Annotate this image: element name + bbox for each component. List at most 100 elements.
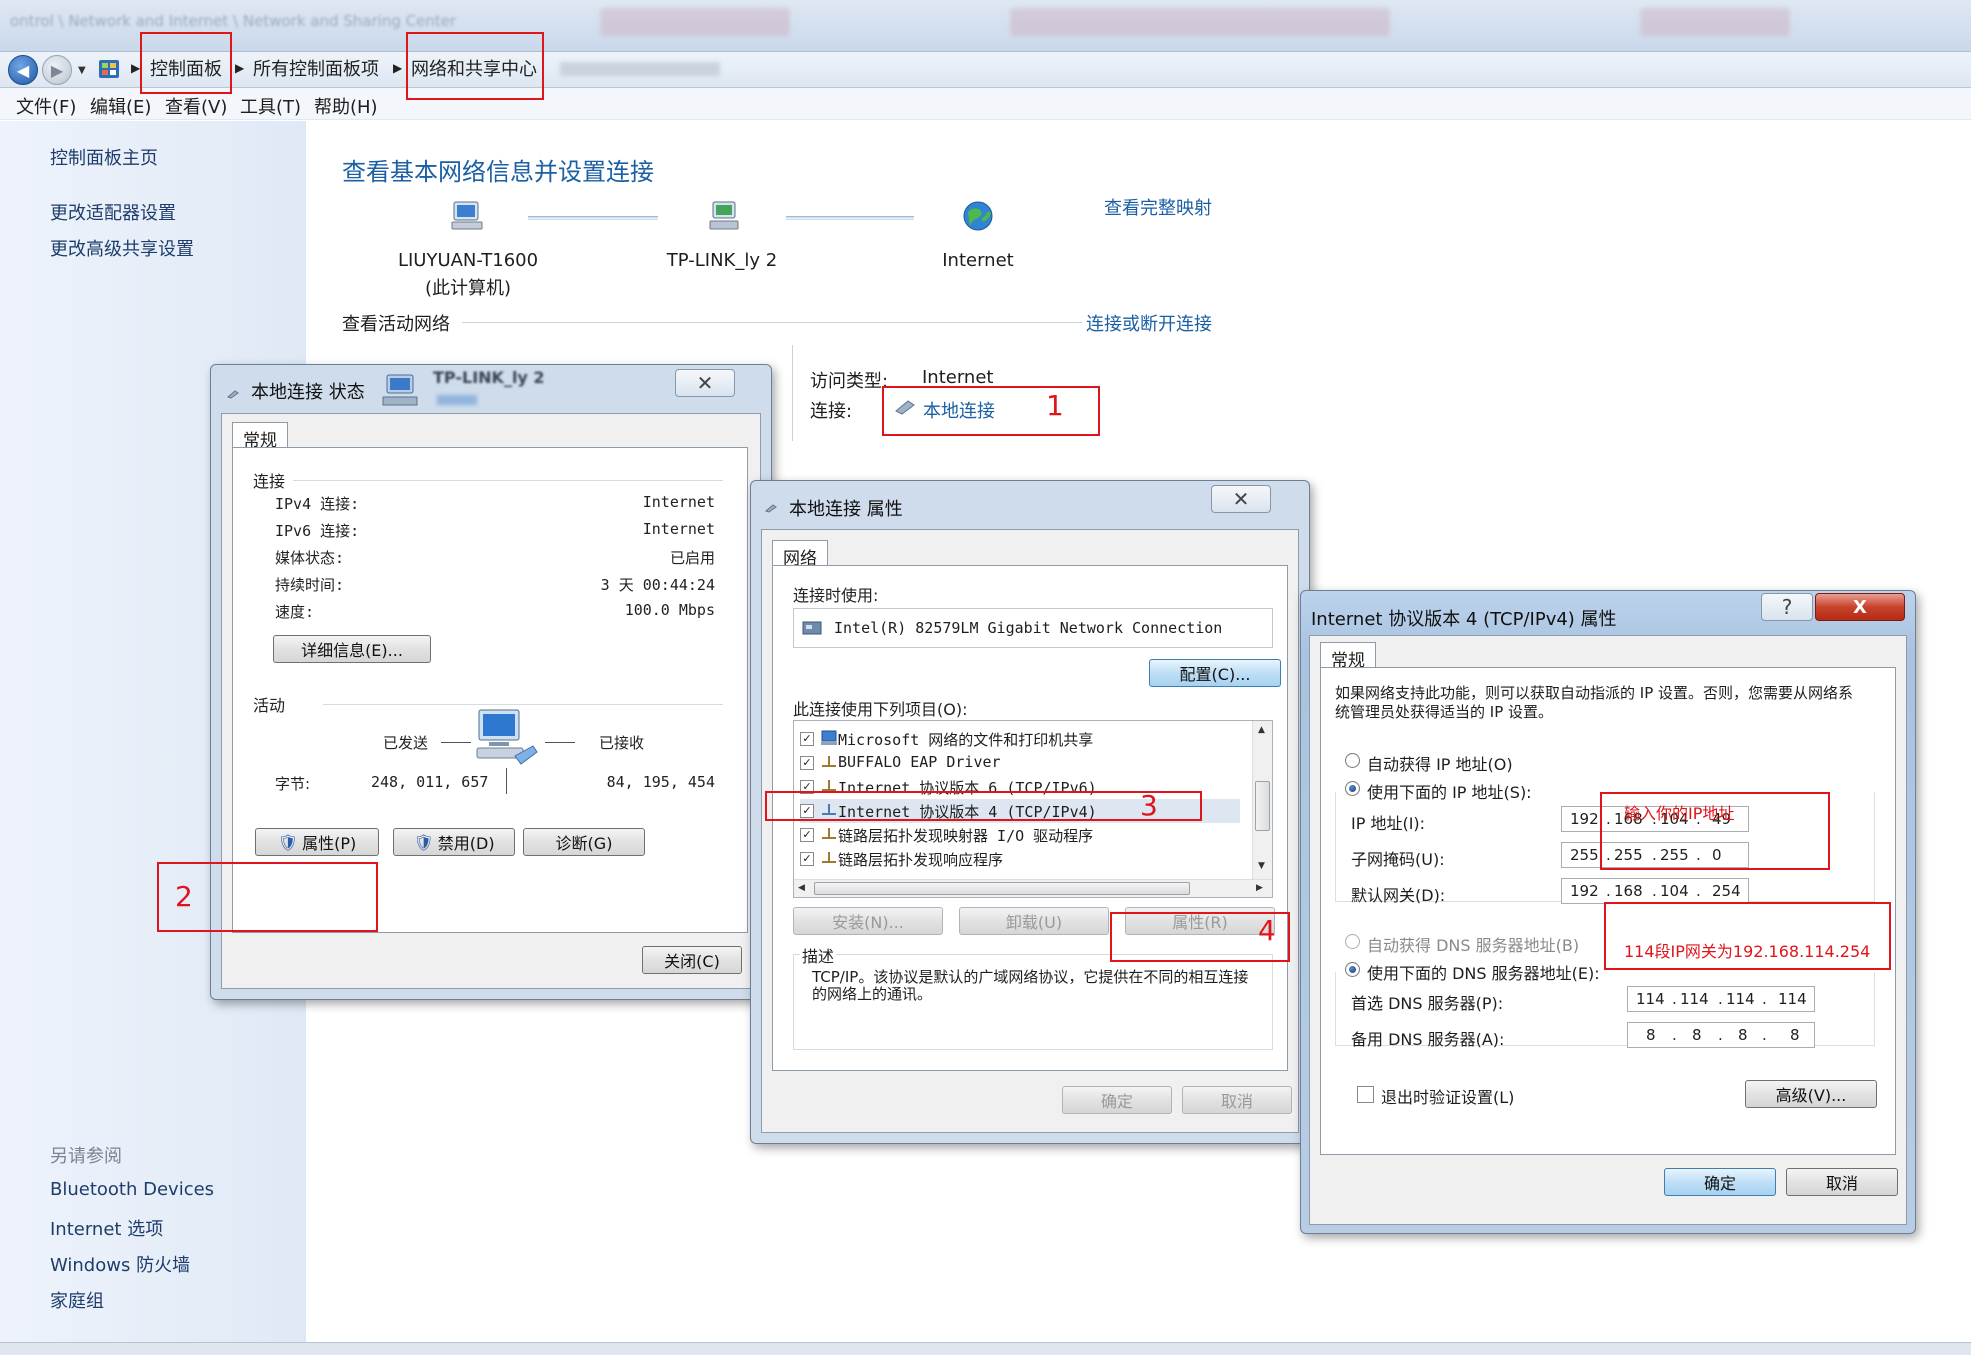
checkbox[interactable]: ✓ [800, 852, 814, 866]
speed-label: 速度: [275, 603, 315, 621]
duration-label: 持续时间: [275, 576, 345, 594]
bytes-sent-value: 248, 011, 657 [371, 773, 489, 791]
menu-file[interactable]: 文件(F) [16, 93, 76, 119]
network-adapter-icon [227, 390, 239, 399]
vertical-scrollbar[interactable]: ▲ ▼ [1252, 721, 1272, 879]
auto-dns-radio[interactable] [1345, 934, 1360, 949]
connection-line [528, 216, 658, 220]
duration-value: 3 天 00:44:24 [600, 576, 715, 594]
dot: . [1762, 1026, 1767, 1044]
details-button[interactable]: 详细信息(E)... [273, 635, 431, 663]
scroll-down-icon[interactable]: ▼ [1258, 861, 1265, 871]
dialog-title: 本地连接 状态 [251, 382, 365, 403]
connect-using-label: 连接时使用: [793, 586, 879, 605]
properties-button[interactable]: 🛡 属性(P) [255, 828, 379, 856]
ipv4-connectivity-label: IPv4 连接: [275, 495, 360, 513]
dialog-title: Internet 协议版本 4 (TCP/IPv4) 属性 [1311, 609, 1617, 630]
scroll-left-icon[interactable]: ◀ [798, 883, 805, 893]
tab-networking[interactable]: 网络 [772, 540, 828, 569]
close-button[interactable]: ✕ [1211, 485, 1271, 513]
homegroup-link[interactable]: 家庭组 [50, 1287, 104, 1313]
received-label: 已接收 [599, 734, 645, 752]
scroll-up-icon[interactable]: ▲ [1258, 725, 1265, 735]
blurred-tab [1640, 8, 1790, 36]
annotation-step-2: 2 [175, 880, 193, 913]
list-item[interactable]: ✓ 链路层拓扑发现响应程序 [800, 847, 1240, 871]
gateway-input[interactable]: 192 . 168 . 104 . 254 [1561, 878, 1749, 904]
bluetooth-devices-link[interactable]: Bluetooth Devices [50, 1179, 214, 1200]
scroll-right-icon[interactable]: ▶ [1256, 883, 1263, 893]
ok-button[interactable]: 确定 [1664, 1168, 1776, 1196]
dot: . [1718, 990, 1723, 1008]
divider [792, 345, 793, 441]
close-button[interactable]: ✕ [675, 369, 735, 397]
internet-options-link[interactable]: Internet 选项 [50, 1215, 163, 1241]
disable-button[interactable]: 🛡 禁用(D) [393, 828, 515, 856]
diagnose-button[interactable]: 诊断(G) [523, 828, 645, 856]
intro-text: 如果网络支持此功能，则可以获取自动指派的 IP 设置。否则，您需要从网络系统管理… [1335, 684, 1854, 721]
node-label-computer: LIUYUAN-T1600 [397, 250, 539, 271]
uninstall-button[interactable]: 卸载(U) [959, 907, 1109, 935]
close-dialog-button[interactable]: 关闭(C) [642, 946, 742, 974]
scroll-thumb[interactable] [814, 882, 1190, 895]
menu-help[interactable]: 帮助(H) [314, 93, 378, 119]
dot: . [1696, 882, 1701, 900]
back-button[interactable]: ◀ [8, 55, 38, 85]
menu-tools[interactable]: 工具(T) [240, 93, 301, 119]
view-full-map-link[interactable]: 查看完整映射 [1104, 194, 1212, 220]
change-adapter-settings-link[interactable]: 更改适配器设置 [50, 199, 176, 225]
divider [545, 742, 575, 743]
tab-general[interactable]: 常规 [232, 422, 288, 451]
windows-firewall-link[interactable]: Windows 防火墙 [50, 1251, 190, 1277]
list-item[interactable]: ✓ Microsoft 网络的文件和打印机共享 [800, 727, 1240, 751]
scroll-thumb[interactable] [1255, 781, 1270, 831]
advanced-button[interactable]: 高级(V)... [1745, 1080, 1877, 1108]
ipv4-connectivity-value: Internet [642, 493, 715, 511]
checkbox[interactable]: ✓ [800, 828, 814, 842]
alternate-dns-input[interactable]: 8 . 8 . 8 . 8 [1627, 1022, 1815, 1048]
close-icon: X [1853, 596, 1867, 618]
breadcrumb-all-items[interactable]: 所有控制面板项 [253, 58, 379, 82]
menu-edit[interactable]: 编辑(E) [90, 93, 151, 119]
tab-general[interactable]: 常规 [1320, 642, 1376, 671]
menu-view[interactable]: 查看(V) [165, 93, 227, 119]
cancel-button[interactable]: 取消 [1786, 1168, 1898, 1196]
dot: . [1672, 990, 1677, 1008]
dot: . [1762, 990, 1767, 1008]
divider [506, 768, 507, 794]
media-state-label: 媒体状态: [275, 549, 345, 567]
validate-checkbox[interactable] [1357, 1086, 1374, 1103]
ip-octet: 254 [1712, 882, 1741, 900]
network-icon [382, 374, 418, 406]
ip-octet: 8 [1646, 1026, 1656, 1044]
close-button[interactable]: X [1815, 593, 1905, 621]
bytes-received-value: 84, 195, 454 [606, 773, 715, 791]
access-type-label: 访问类型: [810, 371, 889, 392]
list-item[interactable]: ✓ 链路层拓扑发现映射器 I/O 驱动程序 [800, 823, 1240, 847]
items-label: 此连接使用下列项目(O): [793, 700, 968, 719]
ip-address-label: IP 地址(I): [1351, 814, 1426, 833]
configure-button[interactable]: 配置(C)... [1149, 659, 1281, 687]
control-panel-home-link[interactable]: 控制面板主页 [50, 144, 158, 170]
recent-pages-dropdown-icon[interactable]: ▼ [78, 65, 86, 76]
list-item[interactable]: ✓ BUFFALO EAP Driver [800, 751, 1240, 775]
list-item-label: 链路层拓扑发现响应程序 [838, 851, 1004, 869]
menu-bar: 文件(F) 编辑(E) 查看(V) 工具(T) 帮助(H) [0, 88, 1971, 120]
blurred-address-text [560, 62, 720, 76]
network-icon [709, 201, 739, 230]
auto-ip-radio[interactable] [1345, 753, 1360, 768]
preferred-dns-input[interactable]: 114 . 114 . 114 . 114 [1627, 986, 1815, 1012]
checkbox[interactable]: ✓ [800, 732, 814, 746]
forward-button[interactable]: ▶ [42, 55, 72, 85]
change-advanced-sharing-link[interactable]: 更改高级共享设置 [50, 235, 194, 261]
annotation-box-ipv4 [765, 791, 1202, 821]
cancel-button[interactable]: 取消 [1182, 1086, 1292, 1114]
ok-button[interactable]: 确定 [1062, 1086, 1172, 1114]
dot: . [1606, 882, 1611, 900]
install-button[interactable]: 安装(N)... [793, 907, 943, 935]
preferred-dns-label: 首选 DNS 服务器(P): [1351, 994, 1504, 1013]
horizontal-scrollbar[interactable]: ◀ ▶ [794, 879, 1272, 897]
help-button[interactable]: ? [1761, 593, 1813, 621]
connect-disconnect-link[interactable]: 连接或断开连接 [1086, 310, 1212, 336]
checkbox[interactable]: ✓ [800, 756, 814, 770]
